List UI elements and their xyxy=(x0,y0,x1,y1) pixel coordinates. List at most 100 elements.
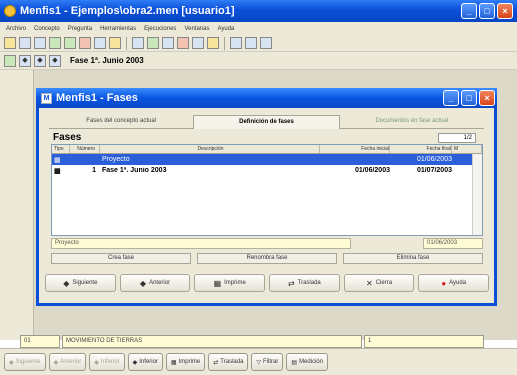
row-number: 1 xyxy=(92,167,96,174)
button-label: Siguiente xyxy=(72,280,98,286)
diamond-icon: ◆ xyxy=(139,278,147,288)
button-label: Traslada xyxy=(297,280,321,286)
imprime-button[interactable]: ▦ Imprime xyxy=(194,274,266,292)
maximize-button[interactable]: □ xyxy=(479,3,495,19)
record-counter: 1/2 xyxy=(438,133,476,143)
grid-icon[interactable] xyxy=(132,37,144,49)
column-header[interactable]: Fecha inicial xyxy=(320,145,390,153)
bottom-siguiente-button[interactable]: ◆ Siguiente xyxy=(4,353,46,371)
filter-icon[interactable] xyxy=(207,37,219,49)
diamond-icon: ◆ xyxy=(94,359,99,366)
new-icon[interactable] xyxy=(19,37,31,49)
button-label: Ayuda xyxy=(449,280,467,286)
close-button[interactable]: × xyxy=(497,3,513,19)
paste-icon[interactable] xyxy=(64,37,76,49)
save-icon[interactable] xyxy=(34,37,46,49)
menu-ejecuciones[interactable]: Ejecuciones xyxy=(144,26,176,32)
find-icon[interactable] xyxy=(109,37,121,49)
column-header[interactable]: Número xyxy=(70,145,100,153)
detail-date-field[interactable]: 01/06/2003 xyxy=(423,238,483,249)
bottom-inferior-disabled-button[interactable]: ◆ Inferior xyxy=(89,353,125,371)
undo-icon[interactable] xyxy=(79,37,91,49)
app-icon xyxy=(4,5,16,17)
column-header[interactable]: Descripción xyxy=(100,145,320,153)
chart-icon[interactable] xyxy=(147,37,159,49)
minimize-button[interactable]: _ xyxy=(461,3,477,19)
dialog-minimize-button[interactable]: _ xyxy=(443,90,459,106)
phase-type-icon: ▦ xyxy=(54,156,61,164)
table-row[interactable]: ▦ Proyecto 01/06/2003 xyxy=(52,154,482,165)
tile-icon[interactable] xyxy=(230,37,242,49)
traslada-button[interactable]: ⇄ Traslada xyxy=(269,274,340,292)
tab-documentos-fase[interactable]: Documentos en fase actual xyxy=(339,115,484,129)
bottom-inferior-button[interactable]: ◆ Inferior xyxy=(127,353,163,371)
bottom-anterior-button[interactable]: ◆ Anterior xyxy=(48,353,87,371)
prev-icon[interactable]: ◆ xyxy=(34,54,46,67)
phase-actions: Crea fase Renombra fase Elimina fase xyxy=(51,253,483,265)
fases-dialog: M Menfis1 - Fases _ □ × Fases del concep… xyxy=(36,88,497,306)
column-header[interactable]: M xyxy=(452,145,482,153)
window-titlebar: Menfis1 - Ejemplos\obra2.men [usuario1] … xyxy=(0,0,517,22)
rename-phase-button[interactable]: Renombra fase xyxy=(197,253,337,264)
tool-icon[interactable] xyxy=(177,37,189,49)
column-header[interactable]: Tipo xyxy=(52,145,70,153)
bottom-filtrar-button[interactable]: ▽ Filtrar xyxy=(251,353,284,371)
dialog-titlebar: M Menfis1 - Fases _ □ × xyxy=(36,88,497,108)
main-toolbar xyxy=(0,35,517,52)
create-phase-button[interactable]: Crea fase xyxy=(51,253,191,264)
menu-archivo[interactable]: Archivo xyxy=(6,26,26,32)
tree-icon[interactable] xyxy=(4,54,16,67)
diamond-icon: ◆ xyxy=(9,359,14,366)
button-label: Medición xyxy=(299,359,324,365)
button-label: Siguiente xyxy=(15,359,41,365)
row-description: Fase 1ª. Junio 2003 xyxy=(102,167,167,174)
dialog-tabs: Fases del concepto actual Definición de … xyxy=(49,115,484,129)
measure-icon: ▤ xyxy=(291,359,298,366)
menu-herramientas[interactable]: Herramientas xyxy=(100,26,136,32)
bottom-medicion-button[interactable]: ▤ Medición xyxy=(286,353,329,371)
copy-icon[interactable] xyxy=(49,37,61,49)
window-title: Menfis1 - Ejemplos\obra2.men [usuario1] xyxy=(20,5,235,17)
ayuda-button[interactable]: ● Ayuda xyxy=(418,274,490,292)
window-icon[interactable] xyxy=(260,37,272,49)
dialog-maximize-button[interactable]: □ xyxy=(461,90,477,106)
row-end-date: 01/07/2003 xyxy=(416,167,452,174)
table-icon[interactable] xyxy=(192,37,204,49)
dialog-close-button[interactable]: × xyxy=(479,90,495,106)
app-logo-icon: M xyxy=(41,92,52,104)
menu-concepto[interactable]: Concepto xyxy=(34,26,60,32)
menu-ventanas[interactable]: Ventanas xyxy=(184,26,209,32)
table-header: Tipo Número Descripción Fecha inicial Fe… xyxy=(52,145,482,154)
menu-bar: Archivo Concepto Pregunta Herramientas E… xyxy=(0,22,517,35)
bottom-traslada-button[interactable]: ⇄ Traslada xyxy=(208,353,249,371)
dialog-button-bar: ◆ Siguiente ◆ Anterior ▦ Imprime ⇄ Traslada … xyxy=(45,274,490,294)
bottom-imprime-button[interactable]: ▦ Imprime xyxy=(165,353,206,371)
close-icon: ✕ xyxy=(366,278,373,288)
calc-icon[interactable] xyxy=(94,37,106,49)
table-scrollbar[interactable] xyxy=(472,154,482,235)
print-icon[interactable] xyxy=(162,37,174,49)
first-icon[interactable]: ◆ xyxy=(19,54,31,67)
diamond-icon: ◆ xyxy=(132,359,138,366)
transfer-icon: ⇄ xyxy=(213,359,219,366)
column-header[interactable]: Fecha final xyxy=(390,145,452,153)
table-row[interactable]: ▦ 1 Fase 1ª. Junio 2003 01/06/2003 01/07… xyxy=(52,165,482,176)
siguiente-button[interactable]: ◆ Siguiente xyxy=(45,274,116,292)
tab-definicion-fases[interactable]: Definición de fases xyxy=(193,115,340,129)
button-label: Cierra xyxy=(375,280,393,286)
tab-fases-concepto[interactable]: Fases del concepto actual xyxy=(49,115,194,129)
detail-description-field[interactable]: Proyecto xyxy=(51,238,351,249)
anterior-button[interactable]: ◆ Anterior xyxy=(119,274,191,292)
delete-phase-button[interactable]: Elimina fase xyxy=(343,253,483,264)
menu-pregunta[interactable]: Pregunta xyxy=(68,26,92,32)
row-end-date: 01/06/2003 xyxy=(416,156,452,163)
menu-ayuda[interactable]: Ayuda xyxy=(217,26,234,32)
bottom-toolbar: ◆ Siguiente ◆ Anterior ◆ Inferior ◆ Inferior… xyxy=(0,348,517,375)
cascade-icon[interactable] xyxy=(245,37,257,49)
print-icon: ▦ xyxy=(170,359,177,366)
cierra-button[interactable]: ✕ Cierra xyxy=(343,274,415,292)
button-label: Anterior xyxy=(60,359,82,365)
next-icon[interactable]: ◆ xyxy=(49,54,61,67)
navigation-toolbar: ◆ ◆ ◆ Fase 1ª. Junio 2003 xyxy=(0,52,517,70)
open-icon[interactable] xyxy=(4,37,16,49)
